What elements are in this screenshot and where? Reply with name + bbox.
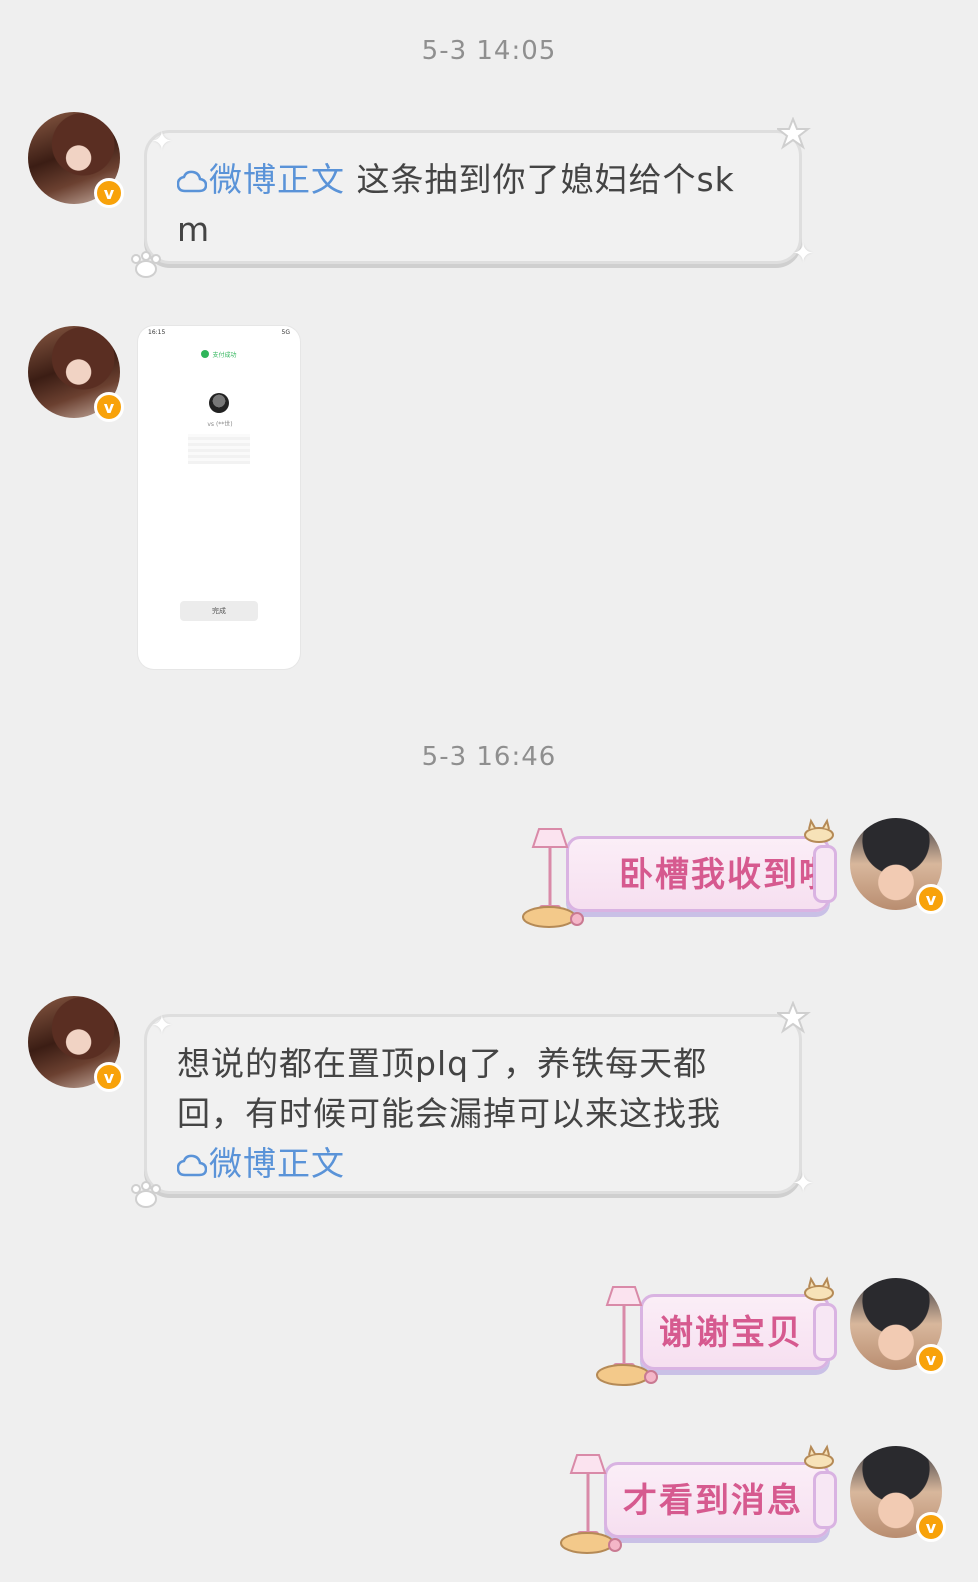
- message-bubble[interactable]: 才看到消息: [560, 1444, 837, 1554]
- sparkle-icon: ✦: [151, 1011, 174, 1041]
- payment-success-label: 支付成功: [194, 350, 244, 360]
- verified-badge-icon: v: [916, 1512, 946, 1542]
- sleeping-cat-icon: [596, 1364, 658, 1386]
- message-bubble[interactable]: 谢谢宝贝: [596, 1276, 837, 1386]
- cloud-icon: [177, 170, 207, 193]
- scroll-decoration: [813, 845, 837, 903]
- message-bubble[interactable]: 卧槽我收到啦: [522, 818, 837, 928]
- star-icon: [777, 117, 811, 150]
- avatar[interactable]: v: [28, 996, 124, 1092]
- message-text: 谢谢宝贝: [659, 1313, 803, 1353]
- image-recipient-name: vs (**世): [207, 421, 233, 428]
- post-link[interactable]: 微博正文: [177, 1144, 345, 1183]
- image-status-bar: 16:15 5G: [148, 329, 290, 337]
- avatar[interactable]: v: [28, 326, 124, 422]
- post-link[interactable]: 微博正文: [177, 160, 345, 199]
- avatar[interactable]: v: [28, 112, 124, 208]
- cat-icon: [804, 1276, 834, 1301]
- timestamp: 5-3 16:46: [421, 742, 557, 772]
- message-text: 才看到消息: [623, 1481, 803, 1521]
- sleeping-cat-icon: [560, 1532, 622, 1554]
- image-blurred-details: [188, 434, 250, 464]
- post-link-label: 微博正文: [209, 1144, 345, 1183]
- verified-badge-icon: v: [94, 392, 124, 422]
- verified-badge-icon: v: [94, 178, 124, 208]
- message-bubble[interactable]: ✦ ✦ 微博正文 这条抽到你了媳妇给个sk m: [131, 117, 814, 278]
- avatar[interactable]: v: [850, 1446, 946, 1542]
- cloud-icon: [177, 1154, 207, 1177]
- image-avatar: [209, 393, 229, 413]
- message-text: 想说的都在置顶plq了，养铁每天都: [177, 1044, 708, 1083]
- message-text: 这条抽到你了媳妇给个sk: [345, 160, 735, 199]
- post-link-label: 微博正文: [209, 160, 345, 199]
- message-text: m: [177, 210, 211, 249]
- verified-badge-icon: v: [94, 1062, 124, 1092]
- message-text: 卧槽我收到啦: [619, 855, 835, 895]
- paw-icon: [131, 1181, 161, 1208]
- message-text: 回，有时候可能会漏掉可以来这找我: [177, 1094, 721, 1133]
- star-icon: [777, 1001, 811, 1034]
- verified-badge-icon: v: [916, 884, 946, 914]
- sleeping-cat-icon: [522, 906, 584, 928]
- verified-badge-icon: v: [916, 1344, 946, 1374]
- message-bubble[interactable]: ✦ ✦ 想说的都在置顶plq了，养铁每天都 回，有时候可能会漏掉可以来这找我 微…: [131, 1001, 814, 1208]
- image-done-button: 完成: [180, 601, 258, 621]
- avatar[interactable]: v: [850, 1278, 946, 1374]
- chat-screen: 5-3 14:05 v ✦ ✦ 微博正文 这条抽到你了媳妇给个sk m v 16…: [0, 0, 978, 1582]
- scroll-decoration: [813, 1471, 837, 1529]
- sparkle-icon: ✦: [792, 1169, 815, 1199]
- scroll-decoration: [813, 1303, 837, 1361]
- image-status-time: 16:15: [148, 329, 166, 336]
- cat-icon: [804, 818, 834, 843]
- image-message[interactable]: 16:15 5G 支付成功 vs (**世) 完成: [138, 326, 300, 669]
- sparkle-icon: ✦: [792, 239, 815, 269]
- timestamp: 5-3 14:05: [421, 36, 557, 66]
- sparkle-icon: ✦: [151, 127, 174, 157]
- paw-icon: [131, 251, 161, 278]
- avatar[interactable]: v: [850, 818, 946, 914]
- image-status-signal: 5G: [281, 329, 290, 336]
- cat-icon: [804, 1444, 834, 1469]
